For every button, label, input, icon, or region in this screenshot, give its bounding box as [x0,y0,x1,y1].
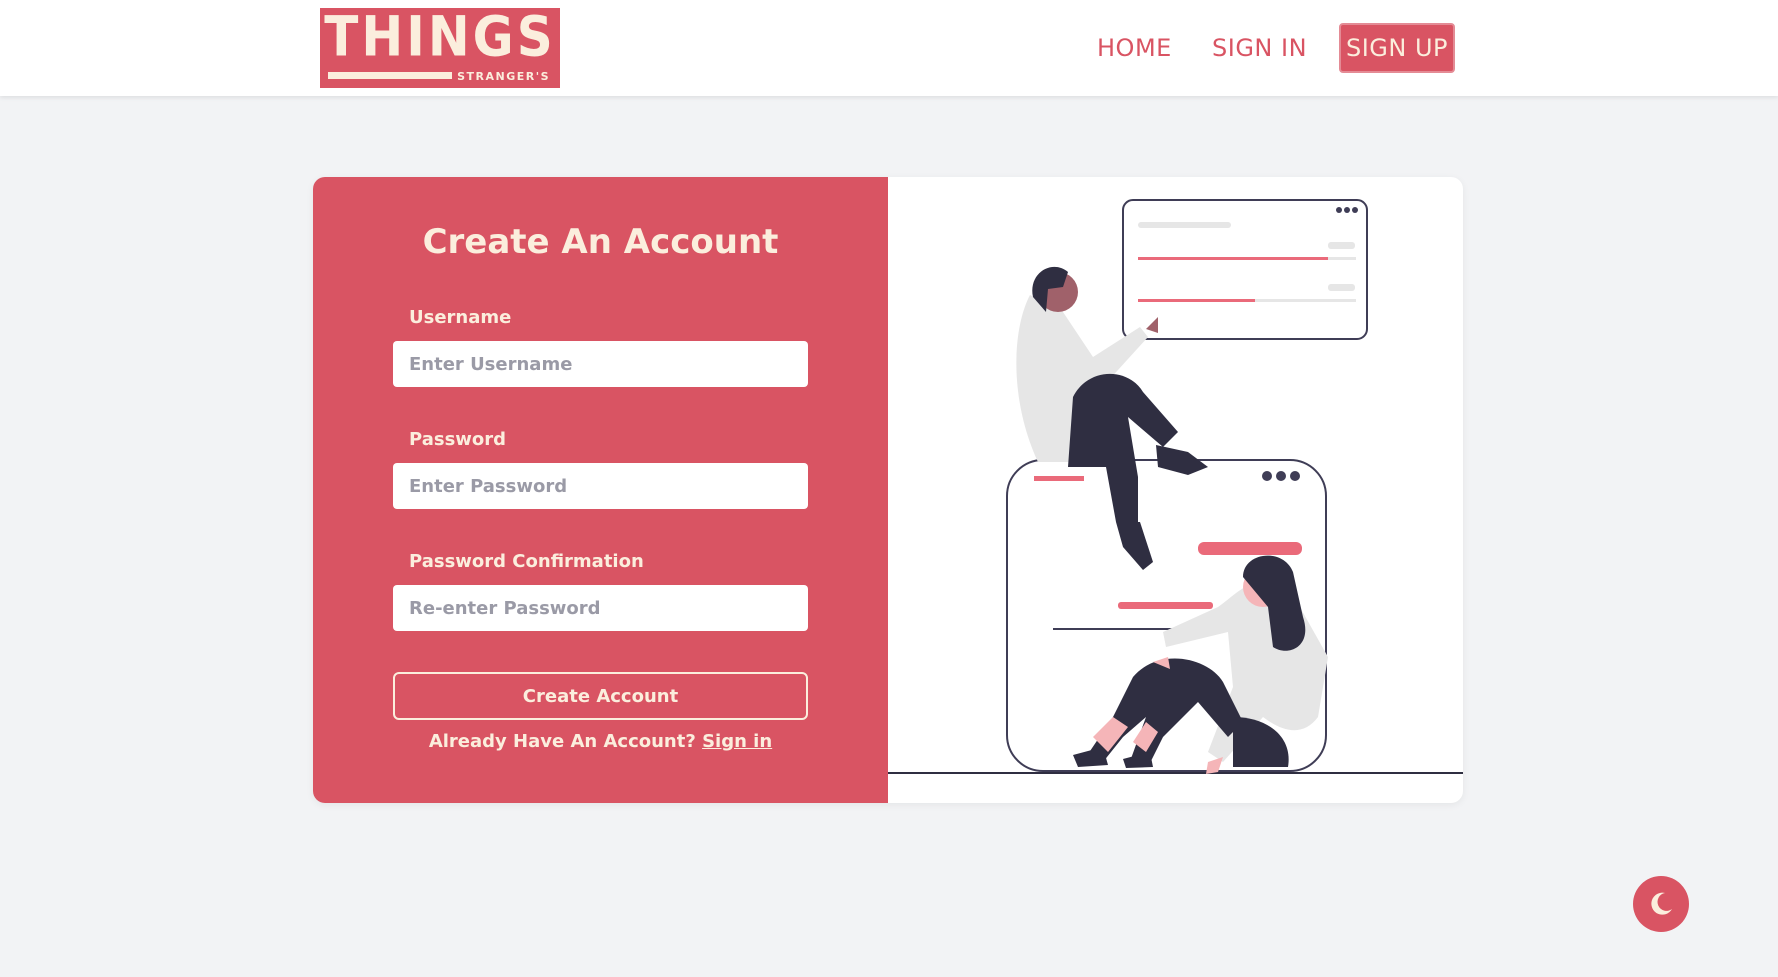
signin-prompt: Already Have An Account? Sign in [313,731,888,752]
password-input[interactable] [393,463,808,509]
username-label: Username [409,307,512,328]
signup-form-panel: Create An Account Username Password Pass… [313,177,888,803]
create-account-button[interactable]: Create Account [393,672,808,720]
brand-logo[interactable]: THINGS STRANGER'S [320,8,560,88]
people-with-screens-illustration [888,199,1463,774]
moon-icon [1651,892,1672,915]
signup-card: Create An Account Username Password Pass… [313,177,1463,803]
navbar: THINGS STRANGER'S HOME SIGN IN SIGN UP [0,0,1778,96]
password-confirmation-input[interactable] [393,585,808,631]
already-have-account-text: Already Have An Account? [428,731,696,752]
brand-subtitle: STRANGER'S [457,70,550,83]
nav-home-link[interactable]: HOME [1097,34,1172,62]
password-confirmation-label: Password Confirmation [409,551,644,572]
nav-signin-link[interactable]: SIGN IN [1212,34,1307,62]
username-input[interactable] [393,341,808,387]
brand-name: THINGS [324,5,556,69]
nav-signup-button[interactable]: SIGN UP [1339,23,1455,73]
theme-toggle-button[interactable] [1633,876,1689,932]
signin-link[interactable]: Sign in [702,731,772,752]
form-title: Create An Account [422,222,779,262]
password-label: Password [409,429,507,450]
signup-illustration [888,177,1463,803]
logo-underline [328,72,452,79]
